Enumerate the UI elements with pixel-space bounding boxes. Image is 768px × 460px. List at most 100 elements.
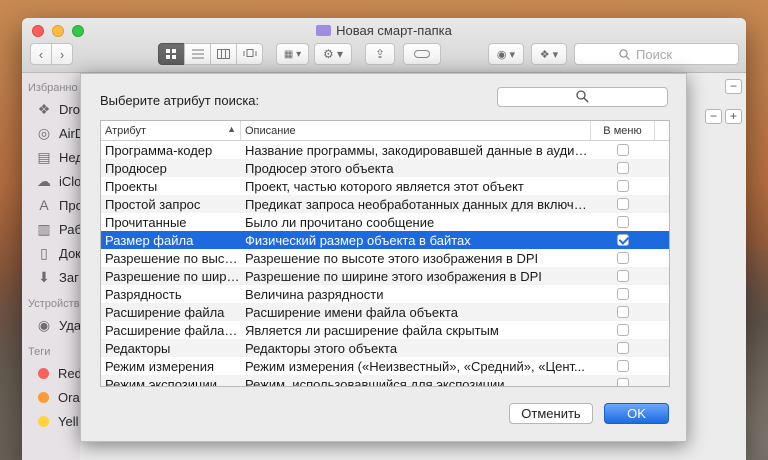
attribute-search-input[interactable] bbox=[497, 87, 668, 107]
attribute-cell: Разрешение по шири... bbox=[105, 268, 241, 284]
attribute-cell: Прочитанные bbox=[105, 214, 187, 230]
table-row[interactable]: Программа-кодер Название программы, закод… bbox=[101, 141, 669, 159]
in-menu-checkbox[interactable] bbox=[617, 198, 629, 210]
in-menu-cell bbox=[591, 234, 655, 246]
search-icon bbox=[576, 90, 589, 103]
in-menu-cell bbox=[591, 180, 655, 192]
sort-ascending-icon: ▲ bbox=[227, 124, 236, 134]
in-menu-checkbox[interactable] bbox=[617, 288, 629, 300]
in-menu-checkbox[interactable] bbox=[617, 216, 629, 228]
column-header-description[interactable]: Описание bbox=[241, 121, 591, 140]
remove-rule-button[interactable]: − bbox=[705, 109, 722, 124]
search-field[interactable]: Поиск bbox=[574, 43, 739, 65]
table-row[interactable]: Разрешение по шири... Разрешение по ширин… bbox=[101, 267, 669, 285]
sidebar-item-icloud[interactable]: ☁ iClo bbox=[22, 169, 80, 193]
in-menu-checkbox[interactable] bbox=[617, 360, 629, 372]
table-row[interactable]: Разрядность Величина разрядности bbox=[101, 285, 669, 303]
in-menu-checkbox[interactable] bbox=[617, 324, 629, 336]
list-icon bbox=[191, 49, 204, 59]
remove-criteria-button[interactable]: − bbox=[725, 79, 742, 94]
table-row[interactable]: Размер файла Физический размер объекта в … bbox=[101, 231, 669, 249]
table-row[interactable]: Прочитанные Было ли прочитано сообщение bbox=[101, 213, 669, 231]
attribute-cell: Разрядность bbox=[105, 286, 182, 302]
red-tag-dot-icon bbox=[38, 367, 49, 379]
sidebar-item-tag-orange[interactable]: Ora bbox=[22, 385, 80, 409]
tags-button[interactable] bbox=[403, 43, 441, 65]
in-menu-checkbox[interactable] bbox=[617, 306, 629, 318]
table-row[interactable]: Расширение файла Расширение имени файла о… bbox=[101, 303, 669, 321]
orange-tag-dot-icon bbox=[38, 391, 49, 403]
description-cell: Режим измерения («Неизвестный», «Средний… bbox=[245, 358, 585, 374]
sidebar-item-airdrop[interactable]: ◎ AirD bbox=[22, 121, 80, 145]
remote-disc-icon: ◉ bbox=[37, 316, 51, 333]
tag-icon bbox=[414, 50, 430, 58]
in-menu-checkbox[interactable] bbox=[617, 162, 629, 174]
table-row[interactable]: Проекты Проект, частью которого является … bbox=[101, 177, 669, 195]
description-cell: Режим, использовавшийся для экспозиции bbox=[245, 376, 505, 387]
sidebar-item-remote-disc[interactable]: ◉ Уда bbox=[22, 313, 80, 337]
share-button[interactable]: ⇪ bbox=[365, 43, 395, 65]
table-row[interactable]: Разрешение по высо... Разрешение по высот… bbox=[101, 249, 669, 267]
in-menu-checkbox[interactable] bbox=[617, 378, 629, 386]
sidebar-item-dropbox[interactable]: ❖ Dro bbox=[22, 97, 80, 121]
sidebar-item-desktop[interactable]: ▥ Раб bbox=[22, 217, 80, 241]
dropbox-icon: ❖ ▾ bbox=[539, 48, 559, 61]
sidebar-header-tags: Теги bbox=[28, 346, 51, 358]
quick-look-button[interactable]: ◉ ▾ bbox=[488, 43, 524, 65]
table-row[interactable]: Режим измерения Режим измерения («Неизвес… bbox=[101, 357, 669, 375]
table-row[interactable]: Простой запрос Предикат запроса необработ… bbox=[101, 195, 669, 213]
cover-flow-icon bbox=[243, 49, 256, 57]
arrange-button[interactable]: ▦ ▾ bbox=[276, 43, 309, 65]
sidebar-item-applications[interactable]: A Про bbox=[22, 193, 80, 217]
grid-icon bbox=[166, 48, 176, 59]
sidebar-item-tag-yellow[interactable]: Yell bbox=[22, 409, 80, 433]
table-row[interactable]: Режим экспозиции Режим, использовавшийся … bbox=[101, 375, 669, 387]
in-menu-checkbox[interactable] bbox=[617, 252, 629, 264]
sidebar-item-documents[interactable]: ▯ Док bbox=[22, 241, 80, 265]
in-menu-cell bbox=[591, 288, 655, 300]
column-view-button[interactable] bbox=[210, 43, 237, 65]
toolbar: ‹ › ▦ ▾ ⚙ ▾ ⇪ ◉ ▾ ❖ ▾ Поиск bbox=[22, 43, 746, 65]
table-row[interactable]: Продюсер Продюсер этого объекта bbox=[101, 159, 669, 177]
column-header-attribute[interactable]: Атрибут ▲ bbox=[101, 121, 241, 140]
description-cell: Величина разрядности bbox=[245, 286, 384, 302]
description-cell: Расширение имени файла объекта bbox=[245, 304, 458, 320]
in-menu-cell bbox=[591, 324, 655, 336]
in-menu-checkbox[interactable] bbox=[617, 270, 629, 282]
sidebar-item-recents[interactable]: ▤ Нед bbox=[22, 145, 80, 169]
ok-button[interactable]: OK bbox=[604, 403, 669, 424]
description-cell: Проект, частью которого является этот об… bbox=[245, 178, 524, 194]
in-menu-checkbox[interactable] bbox=[617, 234, 629, 246]
attribute-cell: Продюсер bbox=[105, 160, 167, 176]
in-menu-cell bbox=[591, 162, 655, 174]
attribute-cell: Разрешение по высо... bbox=[105, 250, 241, 266]
in-menu-checkbox[interactable] bbox=[617, 180, 629, 192]
table-row[interactable]: Расширение файла с... Является ли расшире… bbox=[101, 321, 669, 339]
action-button[interactable]: ⚙ ▾ bbox=[314, 43, 352, 65]
back-button[interactable]: ‹ bbox=[30, 43, 52, 65]
in-menu-cell bbox=[591, 252, 655, 264]
in-menu-cell bbox=[591, 360, 655, 372]
attribute-picker-dialog: Выберите атрибут поиска: Атрибут ▲ Описа… bbox=[80, 73, 687, 442]
add-rule-button[interactable]: + bbox=[725, 109, 742, 124]
attribute-cell: Режим измерения bbox=[105, 358, 215, 374]
list-view-button[interactable] bbox=[184, 43, 211, 65]
column-header-in-menu[interactable]: В меню bbox=[591, 121, 655, 140]
chevron-right-icon: › bbox=[59, 46, 65, 62]
attribute-cell: Проекты bbox=[105, 178, 158, 194]
dropbox-button[interactable]: ❖ ▾ bbox=[531, 43, 567, 65]
description-cell: Было ли прочитано сообщение bbox=[245, 214, 435, 230]
in-menu-checkbox[interactable] bbox=[617, 144, 629, 156]
in-menu-checkbox[interactable] bbox=[617, 342, 629, 354]
description-cell: Физический размер объекта в байтах bbox=[245, 232, 471, 248]
yellow-tag-dot-icon bbox=[38, 415, 49, 427]
attribute-cell: Размер файла bbox=[105, 232, 194, 248]
cancel-button[interactable]: Отменить bbox=[509, 403, 593, 424]
sidebar-item-downloads[interactable]: ⬇ Заг bbox=[22, 265, 80, 289]
forward-button[interactable]: › bbox=[51, 43, 73, 65]
sidebar-item-tag-red[interactable]: Red bbox=[22, 361, 80, 385]
downloads-icon: ⬇ bbox=[38, 268, 50, 285]
icon-view-button[interactable] bbox=[158, 43, 185, 65]
table-row[interactable]: Редакторы Редакторы этого объекта bbox=[101, 339, 669, 357]
cover-flow-button[interactable] bbox=[236, 43, 263, 65]
